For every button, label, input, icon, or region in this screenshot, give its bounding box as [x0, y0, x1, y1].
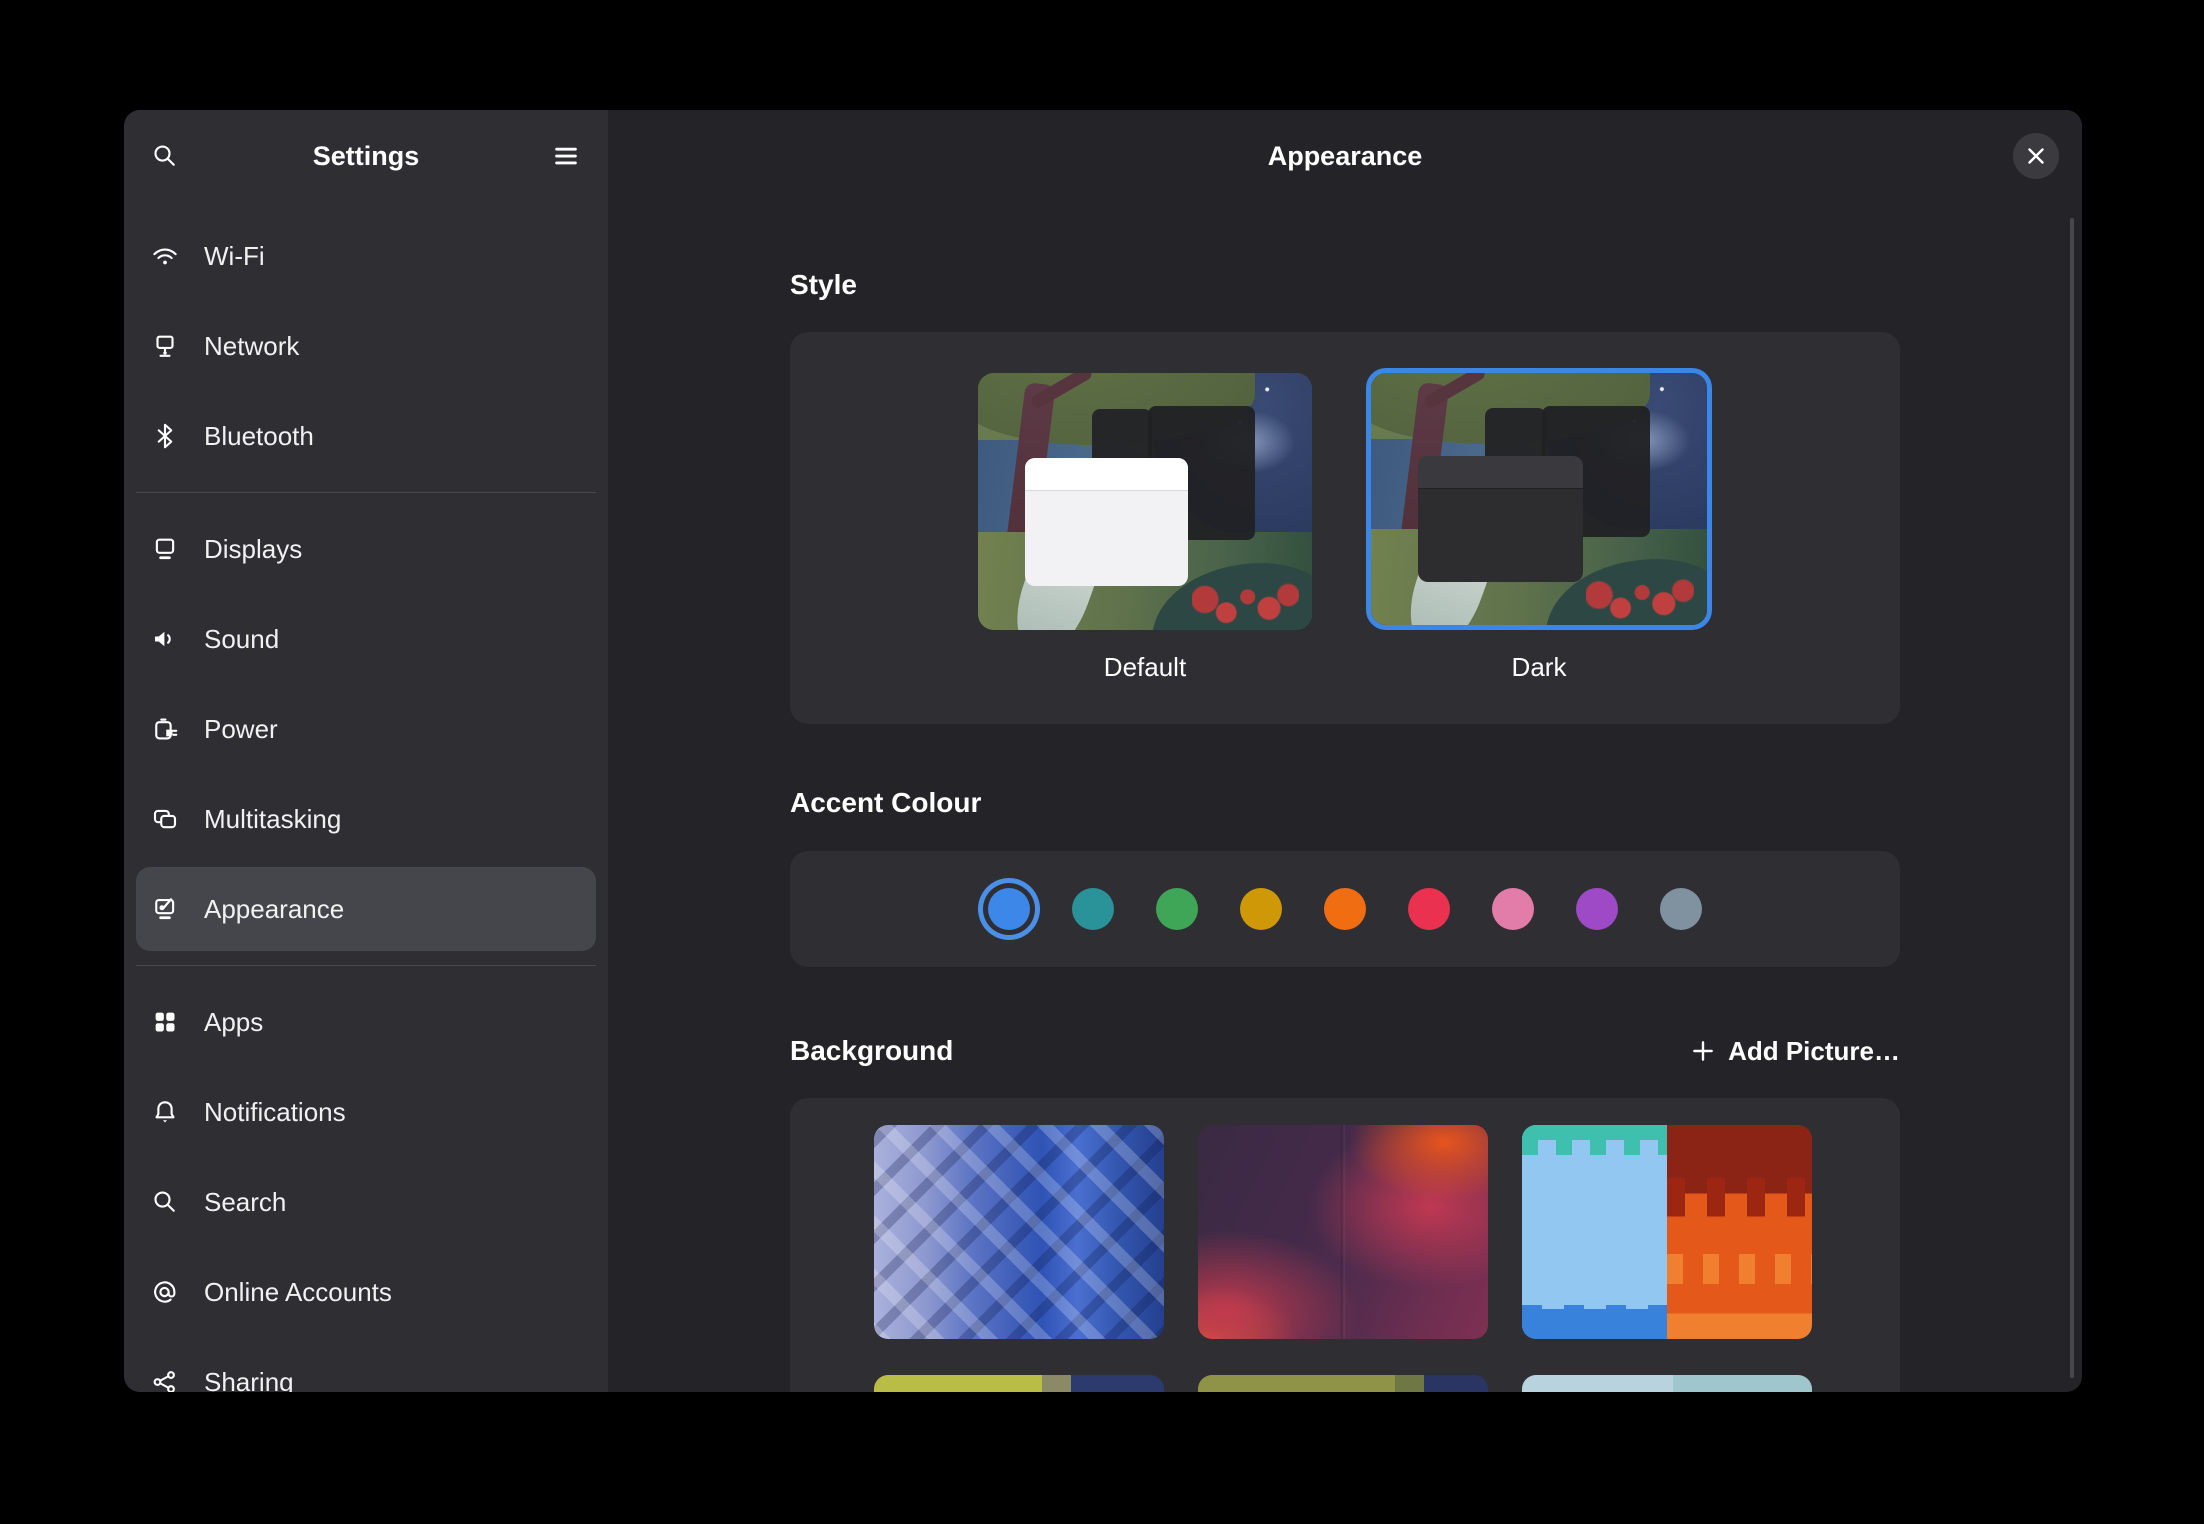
background-card: [790, 1098, 1900, 1392]
wallpaper-green-meadow[interactable]: [874, 1375, 1164, 1392]
style-option-dark[interactable]: Dark: [1366, 373, 1712, 724]
accent-swatch-purple[interactable]: [1576, 888, 1618, 930]
background-section-title: Background: [790, 1034, 953, 1068]
accent-swatch-blue[interactable]: [988, 888, 1030, 930]
displays-icon: [150, 534, 180, 564]
accent-swatch-teal[interactable]: [1072, 888, 1114, 930]
search-icon: [150, 1187, 180, 1217]
sidebar-item-label: Displays: [204, 534, 302, 565]
accent-swatch-yellow[interactable]: [1240, 888, 1282, 930]
style-label-default: Default: [1104, 652, 1186, 683]
sidebar-item-label: Apps: [204, 1007, 263, 1038]
sidebar-item-search[interactable]: Search: [136, 1160, 596, 1244]
sidebar-item-label: Online Accounts: [204, 1277, 392, 1308]
settings-window: Settings Wi-Fi Network Bluetooth: [124, 110, 2082, 1392]
accent-swatch-red[interactable]: [1408, 888, 1450, 930]
sidebar: Settings Wi-Fi Network Bluetooth: [124, 110, 608, 1392]
bluetooth-icon: [150, 421, 180, 451]
appearance-icon: [150, 894, 180, 924]
sound-icon: [150, 624, 180, 654]
sidebar-item-label: Wi-Fi: [204, 241, 265, 272]
sidebar-item-multitasking[interactable]: Multitasking: [136, 777, 596, 861]
sidebar-item-label: Network: [204, 331, 299, 362]
style-card: Default Dark: [790, 332, 1900, 724]
apps-icon: [150, 1007, 180, 1037]
sidebar-title: Settings: [124, 110, 608, 202]
close-icon: [2027, 147, 2045, 165]
add-picture-label: Add Picture…: [1728, 1036, 1900, 1067]
sidebar-item-apps[interactable]: Apps: [136, 980, 596, 1064]
sidebar-item-label: Appearance: [204, 894, 344, 925]
page-title: Appearance: [1268, 141, 1423, 172]
accent-swatch-pink[interactable]: [1492, 888, 1534, 930]
style-option-default[interactable]: Default: [978, 373, 1312, 724]
sidebar-item-label: Bluetooth: [204, 421, 314, 452]
wifi-icon: [150, 241, 180, 271]
close-button[interactable]: [2013, 133, 2059, 179]
sidebar-nav: Wi-Fi Network Bluetooth Displays Sound: [124, 202, 608, 1392]
sidebar-item-notifications[interactable]: Notifications: [136, 1070, 596, 1154]
sidebar-item-sound[interactable]: Sound: [136, 597, 596, 681]
mini-window-front: [1025, 458, 1189, 587]
appearance-panel: Appearance Style: [608, 110, 2082, 1392]
wallpaper-olive-landscape[interactable]: [1198, 1375, 1488, 1392]
sidebar-separator: [136, 492, 596, 493]
mini-window-front: [1418, 456, 1583, 582]
main-header: Appearance: [608, 110, 2082, 202]
sidebar-item-power[interactable]: Power: [136, 687, 596, 771]
sidebar-item-online-accounts[interactable]: Online Accounts: [136, 1250, 596, 1334]
vertical-scrollbar[interactable]: [2070, 218, 2074, 1378]
sidebar-item-appearance[interactable]: Appearance: [136, 867, 596, 951]
multitasking-icon: [150, 804, 180, 834]
accent-swatch-green[interactable]: [1156, 888, 1198, 930]
hamburger-menu-icon[interactable]: [551, 141, 581, 171]
sidebar-item-label: Notifications: [204, 1097, 346, 1128]
wallpaper-red-purple-waves[interactable]: [1198, 1125, 1488, 1339]
style-preview-default: [978, 373, 1312, 630]
sidebar-item-wifi[interactable]: Wi-Fi: [136, 214, 596, 298]
wallpaper-day-night-drips[interactable]: [1522, 1125, 1812, 1339]
accent-section-title: Accent Colour: [790, 786, 1900, 820]
sidebar-separator: [136, 965, 596, 966]
sidebar-item-label: Power: [204, 714, 278, 745]
sidebar-item-label: Multitasking: [204, 804, 341, 835]
add-picture-button[interactable]: Add Picture…: [1690, 1036, 1900, 1067]
wallpaper-blue-mosaic[interactable]: [874, 1125, 1164, 1339]
sidebar-item-label: Sound: [204, 624, 279, 655]
accent-swatch-orange[interactable]: [1324, 888, 1366, 930]
sharing-icon: [150, 1367, 180, 1392]
background-header-row: Background Add Picture…: [790, 1033, 1900, 1069]
sidebar-item-bluetooth[interactable]: Bluetooth: [136, 394, 596, 478]
accent-colour-card: [790, 851, 1900, 967]
style-section-title: Style: [790, 268, 1900, 302]
online-accounts-icon: [150, 1277, 180, 1307]
plus-icon: [1690, 1038, 1716, 1064]
wallpaper-light-blue-coast[interactable]: [1522, 1375, 1812, 1392]
sidebar-item-network[interactable]: Network: [136, 304, 596, 388]
network-icon: [150, 331, 180, 361]
accent-swatch-slate[interactable]: [1660, 888, 1702, 930]
power-icon: [150, 714, 180, 744]
main-content: Style Default: [790, 268, 1900, 1392]
notifications-icon: [150, 1097, 180, 1127]
style-preview-dark-selected: [1366, 368, 1712, 630]
sidebar-item-displays[interactable]: Displays: [136, 507, 596, 591]
style-label-dark: Dark: [1512, 652, 1567, 683]
sidebar-item-sharing[interactable]: Sharing: [136, 1340, 596, 1392]
sidebar-item-label: Sharing: [204, 1367, 294, 1393]
sidebar-item-label: Search: [204, 1187, 286, 1218]
sidebar-header: Settings: [124, 110, 608, 202]
